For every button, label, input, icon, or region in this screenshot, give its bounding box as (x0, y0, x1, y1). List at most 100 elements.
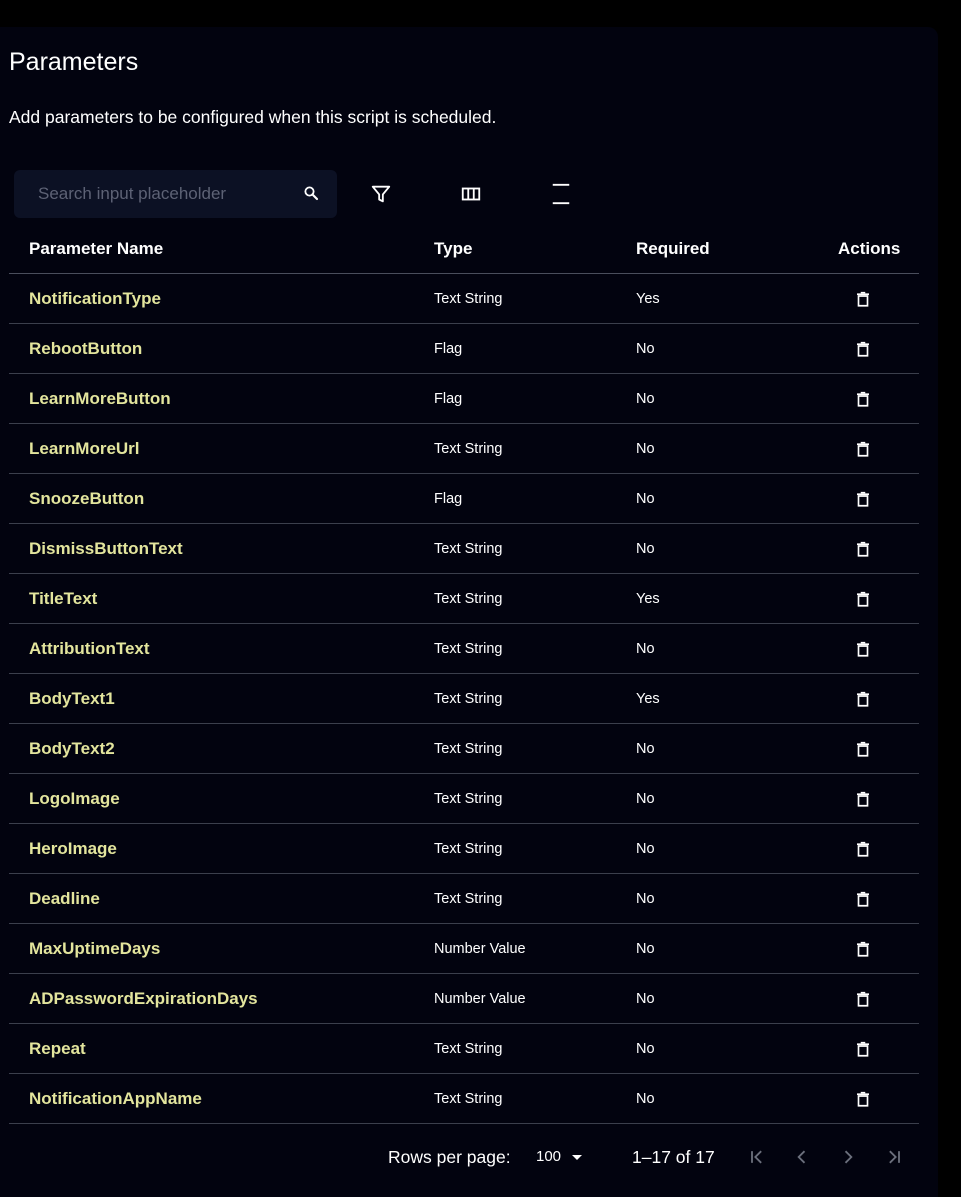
table-row[interactable]: LogoImage Text String No (9, 774, 919, 824)
parameter-name: MaxUptimeDays (29, 939, 161, 958)
parameter-type: Text String (434, 441, 503, 457)
parameter-name: LogoImage (29, 789, 120, 808)
table-row[interactable]: Repeat Text String No (9, 1024, 919, 1074)
density-button[interactable] (549, 182, 573, 206)
parameter-type: Text String (434, 841, 503, 857)
trash-icon[interactable] (854, 990, 872, 1008)
table-row[interactable]: ADPasswordExpirationDays Number Value No (9, 974, 919, 1024)
columns-icon (461, 187, 481, 201)
parameter-name: BodyText2 (29, 739, 115, 758)
parameter-required: No (636, 891, 655, 907)
parameter-type: Text String (434, 1091, 503, 1107)
column-header-name[interactable]: Parameter Name (29, 224, 163, 273)
parameter-required: No (636, 391, 655, 407)
search-icon[interactable] (302, 184, 320, 207)
parameter-name: TitleText (29, 589, 98, 608)
parameter-type: Number Value (434, 991, 526, 1007)
trash-icon[interactable] (854, 940, 872, 958)
next-page-icon[interactable] (838, 1147, 858, 1167)
parameter-name: ADPasswordExpirationDays (29, 989, 258, 1008)
parameter-required: No (636, 491, 655, 507)
trash-icon[interactable] (854, 1040, 872, 1058)
parameter-type: Text String (434, 541, 503, 557)
parameter-required: Yes (636, 591, 660, 607)
first-page-icon[interactable] (747, 1147, 767, 1167)
table-header: Parameter Name Type Required Actions (9, 224, 919, 274)
table-row[interactable]: LearnMoreButton Flag No (9, 374, 919, 424)
trash-icon[interactable] (854, 590, 872, 608)
parameter-name: AttributionText (29, 639, 150, 658)
parameter-required: No (636, 1041, 655, 1057)
parameter-type: Text String (434, 291, 503, 307)
parameter-type: Text String (434, 891, 503, 907)
parameter-type: Text String (434, 791, 503, 807)
parameter-type: Text String (434, 741, 503, 757)
page-title: Parameters (9, 48, 139, 76)
search-box (14, 170, 337, 218)
table-row[interactable]: DismissButtonText Text String No (9, 524, 919, 574)
parameter-name: NotificationAppName (29, 1089, 202, 1108)
trash-icon[interactable] (854, 540, 872, 558)
trash-icon[interactable] (854, 290, 872, 308)
table-row[interactable]: TitleText Text String Yes (9, 574, 919, 624)
page-subtitle: Add parameters to be configured when thi… (9, 107, 497, 127)
parameter-required: No (636, 941, 655, 957)
table-row[interactable]: AttributionText Text String No (9, 624, 919, 674)
trash-icon[interactable] (854, 440, 872, 458)
parameter-type: Flag (434, 341, 463, 357)
parameters-table: Parameter Name Type Required Actions Not… (9, 224, 919, 1124)
table-row[interactable]: BodyText1 Text String Yes (9, 674, 919, 724)
trash-icon[interactable] (854, 340, 872, 358)
column-header-required[interactable]: Required (636, 224, 710, 273)
trash-icon[interactable] (854, 740, 872, 758)
parameter-type: Text String (434, 1041, 503, 1057)
parameter-type: Text String (434, 691, 503, 707)
search-input[interactable] (28, 170, 298, 218)
parameter-required: No (636, 541, 655, 557)
column-header-actions: Actions (838, 239, 901, 258)
table-row[interactable]: BodyText2 Text String No (9, 724, 919, 774)
table-row[interactable]: RebootButton Flag No (9, 324, 919, 374)
columns-button[interactable] (459, 182, 483, 206)
table-row[interactable]: SnoozeButton Flag No (9, 474, 919, 524)
previous-page-icon[interactable] (792, 1147, 812, 1167)
trash-icon[interactable] (854, 890, 872, 908)
trash-icon[interactable] (854, 640, 872, 658)
table-row[interactable]: NotificationType Text String Yes (9, 274, 919, 324)
parameter-name: BodyText1 (29, 689, 115, 708)
rows-per-page-select[interactable]: 100 (536, 1140, 561, 1174)
page-range: 1–17 of 17 (632, 1147, 715, 1167)
trash-icon[interactable] (854, 690, 872, 708)
trash-icon[interactable] (854, 1090, 872, 1108)
parameter-name: Repeat (29, 1039, 86, 1058)
table-row[interactable]: Deadline Text String No (9, 874, 919, 924)
parameter-name: DismissButtonText (29, 539, 183, 558)
chevron-down-icon[interactable] (571, 1154, 583, 1161)
table-row[interactable]: LearnMoreUrl Text String No (9, 424, 919, 474)
table-row[interactable]: HeroImage Text String No (9, 824, 919, 874)
parameter-required: No (636, 741, 655, 757)
parameter-name: RebootButton (29, 339, 143, 358)
parameter-required: No (636, 1091, 655, 1107)
table-row[interactable]: MaxUptimeDays Number Value No (9, 924, 919, 974)
trash-icon[interactable] (854, 840, 872, 858)
trash-icon[interactable] (854, 390, 872, 408)
parameter-type: Text String (434, 591, 503, 607)
parameter-required: No (636, 991, 655, 1007)
filter-button[interactable] (369, 182, 393, 206)
table-row[interactable]: NotificationAppName Text String No (9, 1074, 919, 1124)
table-toolbar (14, 170, 614, 218)
parameter-type: Flag (434, 391, 463, 407)
parameter-name: SnoozeButton (29, 489, 145, 508)
parameter-name: LearnMoreButton (29, 389, 171, 408)
parameter-required: No (636, 641, 655, 657)
column-header-type[interactable]: Type (434, 224, 472, 273)
parameter-name: Deadline (29, 889, 100, 908)
parameter-required: No (636, 841, 655, 857)
trash-icon[interactable] (854, 790, 872, 808)
parameter-required: No (636, 791, 655, 807)
parameter-name: LearnMoreUrl (29, 439, 140, 458)
trash-icon[interactable] (854, 490, 872, 508)
last-page-icon[interactable] (884, 1147, 904, 1167)
parameter-name: HeroImage (29, 839, 117, 858)
